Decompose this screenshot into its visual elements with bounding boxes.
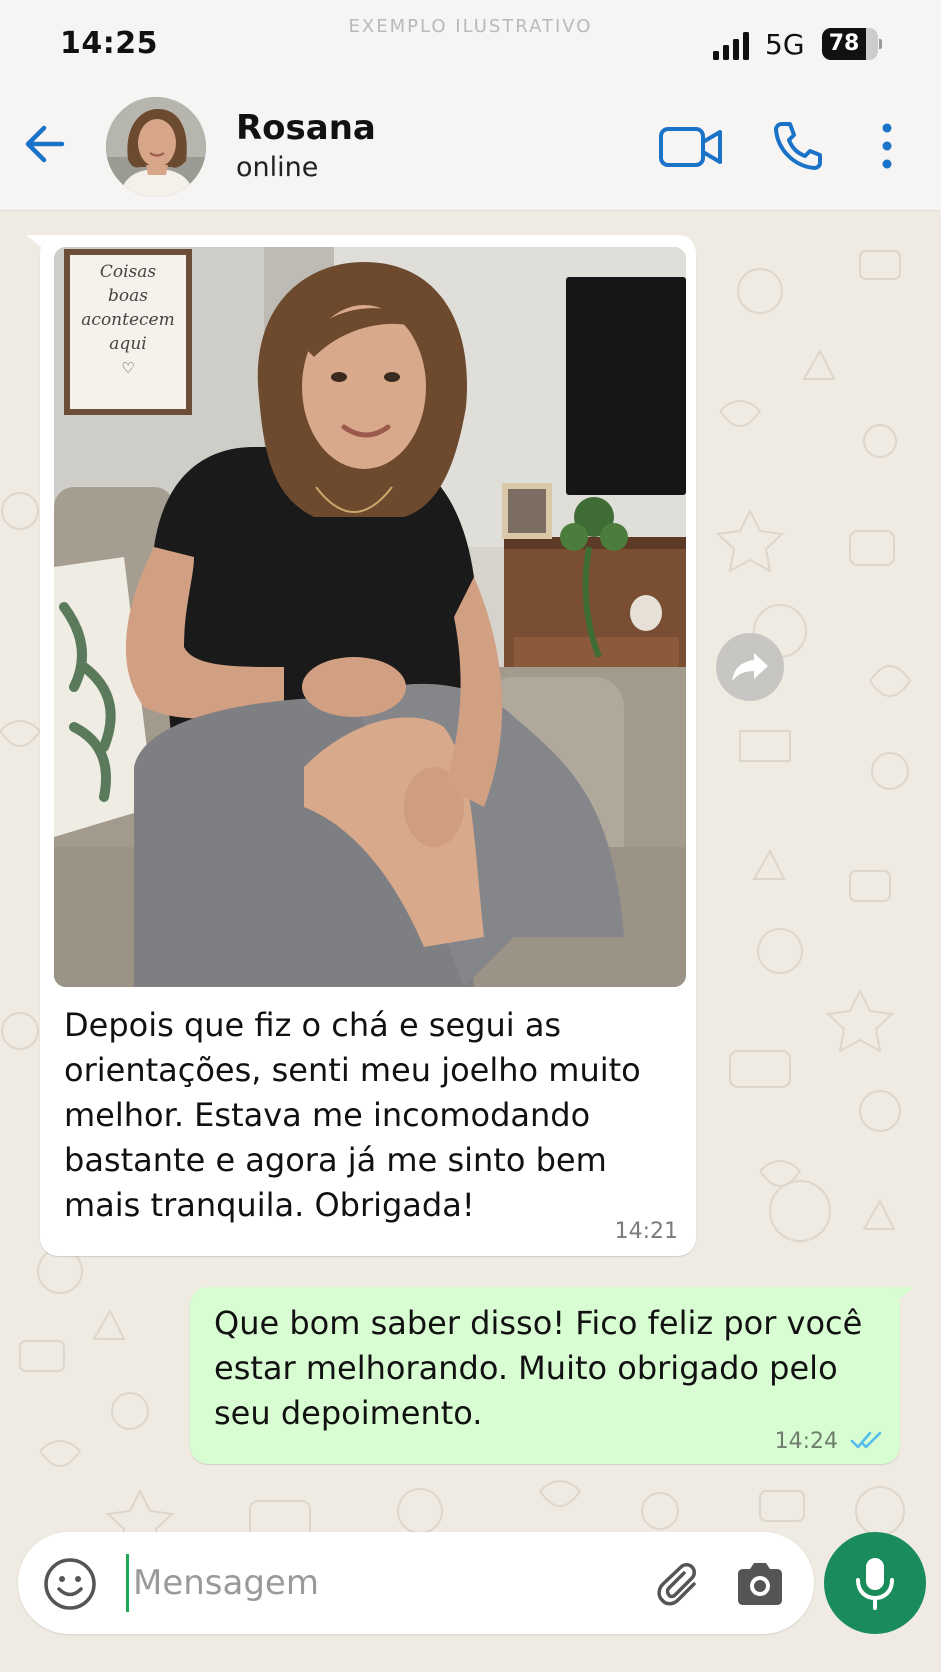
svg-text:boas: boas — [108, 286, 148, 306]
microphone-icon — [856, 1558, 894, 1610]
back-button[interactable] — [18, 116, 74, 172]
incoming-message[interactable]: Coisas boas acontecem aqui ♡ Depois que … — [40, 235, 696, 1256]
forward-button[interactable] — [716, 633, 784, 701]
forward-icon — [732, 653, 768, 681]
outgoing-message[interactable]: Que bom saber disso! Fico feliz por você… — [190, 1287, 900, 1464]
message-photo[interactable]: Coisas boas acontecem aqui ♡ — [54, 247, 686, 987]
double-check-icon — [850, 1431, 882, 1449]
svg-text:Coisas: Coisas — [100, 262, 157, 282]
back-arrow-icon — [25, 125, 65, 163]
contact-status: online — [236, 152, 319, 183]
video-call-button[interactable] — [658, 122, 724, 172]
phone-icon — [774, 122, 822, 170]
message-composer — [18, 1532, 814, 1634]
paperclip-icon — [657, 1563, 696, 1606]
more-options-button[interactable] — [872, 120, 902, 172]
voice-message-button[interactable] — [824, 1532, 926, 1634]
chat-area[interactable]: Coisas boas acontecem aqui ♡ Depois que … — [0, 211, 941, 1672]
emoji-button[interactable] — [42, 1556, 98, 1612]
svg-text:acontecem: acontecem — [81, 310, 174, 330]
svg-text:♡: ♡ — [121, 359, 134, 377]
status-bar: 14:25 EXEMPLO ILUSTRATIVO 5G 78 — [0, 0, 941, 86]
contact-name[interactable]: Rosana — [236, 108, 376, 148]
emoji-icon — [44, 1558, 96, 1610]
avatar[interactable] — [106, 97, 206, 197]
battery-icon: 78 — [822, 28, 882, 60]
chat-header: Rosana online — [0, 86, 941, 211]
camera-button[interactable] — [732, 1556, 788, 1612]
voice-call-button[interactable] — [770, 118, 826, 174]
camera-icon — [738, 1563, 782, 1605]
incoming-message-time: 14:21 — [614, 1219, 678, 1244]
outgoing-message-time: 14:24 — [774, 1429, 838, 1454]
message-input[interactable] — [126, 1554, 633, 1612]
svg-text:aqui: aqui — [109, 334, 146, 354]
video-camera-icon — [659, 127, 722, 167]
incoming-message-text: Depois que fiz o chá e segui as orientaç… — [64, 1006, 641, 1224]
battery-level: 78 — [828, 31, 860, 56]
network-label: 5G — [765, 28, 805, 61]
outgoing-message-text: Que bom saber disso! Fico feliz por você… — [214, 1304, 863, 1432]
signal-icon — [713, 32, 753, 60]
more-vertical-icon — [882, 123, 892, 169]
attach-button[interactable] — [648, 1556, 704, 1612]
